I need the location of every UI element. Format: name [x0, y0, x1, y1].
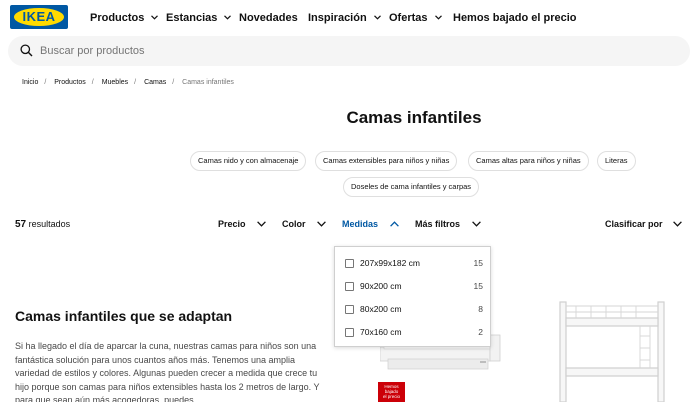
- product-image-bunk-bed[interactable]: [556, 298, 668, 402]
- logo-text: IKEA: [22, 9, 56, 24]
- filter-precio[interactable]: Precio: [218, 219, 266, 229]
- search-icon[interactable]: [20, 44, 33, 57]
- chevron-down-icon: [151, 14, 159, 20]
- nav-label: Ofertas: [389, 12, 428, 24]
- option-label: 90x200 cm: [360, 281, 402, 291]
- filter-label: Medidas: [342, 219, 379, 229]
- results-number: 57: [15, 219, 27, 230]
- breadcrumb-current: Camas infantiles: [182, 79, 234, 86]
- nav-label: Novedades: [239, 12, 298, 24]
- checkbox[interactable]: [345, 305, 354, 314]
- option-count: 15: [473, 281, 483, 291]
- checkbox[interactable]: [345, 259, 354, 268]
- medidas-dropdown: 207x99x182 cm 15 90x200 cm 15 80x200 cm …: [334, 246, 491, 347]
- pill-doseles[interactable]: Doseles de cama infantiles y carpas: [343, 177, 480, 197]
- ikea-logo[interactable]: IKEA: [10, 5, 68, 29]
- chevron-up-icon: [389, 220, 399, 227]
- size-option-70x160[interactable]: 70x160 cm 2: [345, 326, 483, 338]
- results-label: resultados: [28, 219, 71, 229]
- top-navigation: IKEA Productos Estancias Novedades Inspi…: [0, 0, 690, 36]
- chevron-down-icon: [434, 14, 442, 20]
- nav-inspiracion[interactable]: Inspiración: [308, 10, 381, 26]
- chevron-down-icon: [373, 14, 381, 20]
- search-bar[interactable]: [8, 36, 690, 66]
- breadcrumb: Inicio / Productos / Muebles / Camas / Camas…: [22, 79, 240, 86]
- breadcrumb-productos[interactable]: Productos: [54, 79, 86, 86]
- pill-camas-nido[interactable]: Camas nido y con almacenaje: [190, 151, 307, 171]
- breadcrumb-separator: /: [44, 79, 47, 86]
- badge-line: el precio: [382, 394, 400, 399]
- breadcrumb-separator: /: [134, 79, 137, 86]
- option-label: 207x99x182 cm: [360, 258, 421, 268]
- nav-ofertas[interactable]: Ofertas: [389, 10, 442, 26]
- nav-label: Productos: [90, 12, 145, 24]
- chevron-down-icon: [317, 220, 326, 227]
- nav-productos[interactable]: Productos: [90, 10, 159, 26]
- pill-literas[interactable]: Literas: [597, 151, 636, 171]
- page-title: Camas infantiles: [346, 108, 482, 127]
- chevron-down-icon: [471, 220, 481, 227]
- filter-mas-filtros[interactable]: Más filtros: [415, 219, 481, 229]
- filter-label: Color: [282, 219, 306, 229]
- checkbox[interactable]: [345, 328, 354, 337]
- filter-color[interactable]: Color: [282, 219, 326, 229]
- chevron-down-icon: [257, 220, 266, 227]
- pill-camas-altas[interactable]: Camas altas para niños y niñas: [468, 151, 589, 171]
- nav-novedades[interactable]: Novedades: [239, 10, 298, 26]
- checkbox[interactable]: [345, 282, 354, 291]
- size-option-80x200[interactable]: 80x200 cm 8: [345, 303, 483, 315]
- nav-hemos-bajado[interactable]: Hemos bajado el precio: [453, 10, 576, 26]
- sort-button[interactable]: Clasificar por: [605, 219, 682, 229]
- option-label: 70x160 cm: [360, 327, 402, 337]
- article-body: Si ha llegado el día de aparcar la cuna,…: [15, 341, 320, 402]
- price-drop-badge: Hemos bajado el precio: [378, 382, 405, 402]
- option-count: 2: [478, 327, 483, 337]
- article-heading: Camas infantiles que se adaptan: [15, 308, 233, 324]
- nav-label: Inspiración: [308, 12, 367, 24]
- size-option-90x200[interactable]: 90x200 cm 15: [345, 280, 483, 292]
- breadcrumb-inicio[interactable]: Inicio: [22, 79, 38, 86]
- chevron-down-icon: [224, 14, 232, 20]
- option-label: 80x200 cm: [360, 304, 402, 314]
- chevron-down-icon: [673, 220, 682, 227]
- pill-camas-extensibles[interactable]: Camas extensibles para niños y niñas: [315, 151, 458, 171]
- nav-estancias[interactable]: Estancias: [166, 10, 232, 26]
- option-count: 15: [473, 258, 483, 268]
- filter-label: Precio: [218, 219, 246, 229]
- breadcrumb-camas[interactable]: Camas: [144, 79, 166, 86]
- sort-label: Clasificar por: [605, 219, 663, 229]
- size-option-207x99x182[interactable]: 207x99x182 cm 15: [345, 257, 483, 269]
- nav-label: Hemos bajado el precio: [453, 12, 577, 24]
- breadcrumb-separator: /: [91, 79, 94, 86]
- filter-medidas[interactable]: Medidas: [342, 219, 399, 229]
- option-count: 8: [478, 304, 483, 314]
- breadcrumb-separator: /: [172, 79, 175, 86]
- search-input[interactable]: [40, 36, 440, 66]
- results-count: 57 resultados: [15, 219, 70, 230]
- nav-label: Estancias: [166, 12, 218, 24]
- breadcrumb-muebles[interactable]: Muebles: [102, 79, 128, 86]
- filter-label: Más filtros: [415, 219, 461, 229]
